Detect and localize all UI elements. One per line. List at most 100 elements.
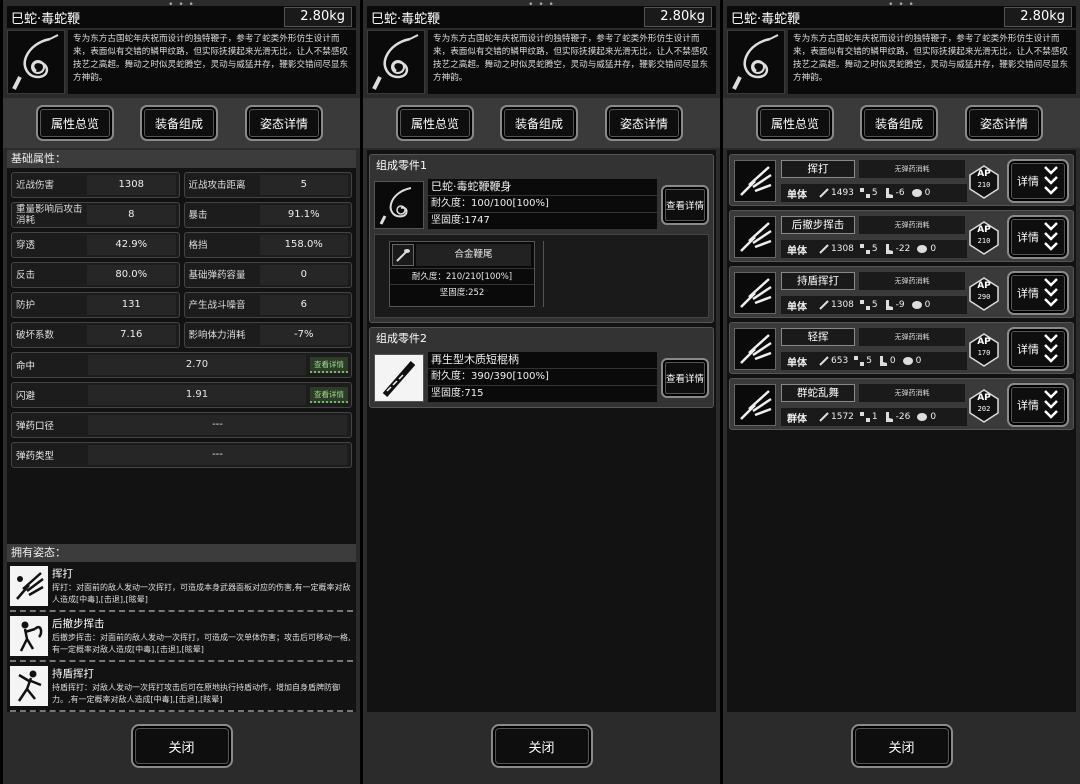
weapon-title-bar: 巳蛇·毒蛇鞭 2.80kg xyxy=(7,6,356,28)
whip-icon xyxy=(727,30,785,94)
tab-poses[interactable]: 姿态详情 xyxy=(605,105,683,141)
skill-detail-button[interactable]: 详情 xyxy=(1007,215,1069,259)
skill-card: 后撤步挥击 无弹药消耗 单体 1308 5 -22 0 AP 210 详情 xyxy=(729,210,1074,262)
tab-attributes[interactable]: 属性总览 xyxy=(396,105,474,141)
skill-ammo: 无弹药消耗 xyxy=(859,160,965,178)
weapon-title-bar: 巳蛇·毒蛇鞭 2.80kg xyxy=(367,6,716,28)
attribute-row: 破坏系数 7.16 影响体力消耗 -7% xyxy=(11,322,352,348)
skill-card: 持盾挥打 无弹药消耗 单体 1308 5 -9 0 AP 290 详情 xyxy=(729,266,1074,318)
equipment-panel: • • • 巳蛇·毒蛇鞭 2.80kg 专为东方古国蛇年庆祝而设计的独特鞭子，参… xyxy=(363,0,720,784)
skill-detail-button[interactable]: 详情 xyxy=(1007,383,1069,427)
attribute-ammo-type: 弹药类型 --- xyxy=(11,442,352,468)
skill-target: 单体 xyxy=(787,301,807,313)
attribute-penetration: 穿透 42.9% xyxy=(11,232,180,258)
attribute-value: 5 xyxy=(259,175,348,195)
ap-label: AP xyxy=(977,225,991,235)
attribute-value: 91.1% xyxy=(259,205,348,225)
pose-item[interactable]: 后撤步挥击 后撤步挥击：对面前的敌人发动一次挥打，可造成一次单体伤害；攻击后可移动… xyxy=(10,616,353,662)
equipment-content[interactable]: 组成零件1 巳蛇·毒蛇鞭鞭身 耐久度：100/100[100%] 坚固度:174… xyxy=(367,150,716,712)
skill-move: -26 xyxy=(895,412,911,422)
tab-bar: 属性总览 装备组成 姿态详情 xyxy=(3,98,360,148)
sword-icon xyxy=(819,244,829,254)
attribute-label: 穿透 xyxy=(16,239,36,251)
attribute-value: 1308 xyxy=(87,175,176,195)
tab-equipment[interactable]: 装备组成 xyxy=(860,105,938,141)
skill-move: 0 xyxy=(889,356,896,366)
close-button[interactable]: 关闭 xyxy=(130,724,233,768)
range-icon xyxy=(859,412,870,422)
pose-description: 挥打：对面前的敌人发动一次挥打，可造成本身武器面板对应的伤害,有一定概率对敌人造… xyxy=(52,583,351,604)
detail-label: 详情 xyxy=(1017,175,1039,188)
attribute-value: --- xyxy=(88,445,347,465)
skills-content[interactable]: 挥打 无弹药消耗 单体 1493 5 -6 0 AP 210 详情 后撤步挥击 … xyxy=(727,150,1076,712)
skill-ammo: 无弹药消耗 xyxy=(859,384,965,402)
skill-name: 轻挥 xyxy=(781,328,855,346)
skill-shield: 0 xyxy=(930,412,937,422)
pose-item[interactable]: 持盾挥打 持盾挥打：对敌人发动一次挥打攻击后可在原地执行持盾动作，增加自身盾牌防御… xyxy=(10,666,353,712)
poses-section: 拥有姿态： 挥打 挥打：对面前的敌人发动一次挥打，可造成本身武器面板对应的伤害,有… xyxy=(7,544,356,712)
pose-item[interactable]: 挥打 挥打：对面前的敌人发动一次挥打，可造成本身武器面板对应的伤害,有一定概率对敌… xyxy=(10,566,353,612)
boot-icon xyxy=(885,244,893,254)
shield-swing-pose-icon xyxy=(10,666,48,706)
ap-label: AP xyxy=(977,337,991,347)
ap-value: 202 xyxy=(977,405,991,413)
weapon-title-bar: 巳蛇·毒蛇鞭 2.80kg xyxy=(727,6,1076,28)
range-icon xyxy=(859,244,870,254)
attribute-label: 弹药类型 xyxy=(16,451,55,462)
pose-description: 后撤步挥击：对面前的敌人发动一次挥打，可造成一次单体伤害；攻击后可移动一格,有一… xyxy=(52,633,351,654)
skill-name: 群蛇乱舞 xyxy=(781,384,855,402)
ap-badge: AP 202 xyxy=(969,389,999,423)
skill-name: 挥打 xyxy=(781,160,855,178)
attributes-content[interactable]: 基础属性： 近战伤害 1308 近战攻击距离 5 重量影响后攻击消耗 8 暴击 91.1… xyxy=(7,150,356,712)
boot-icon xyxy=(879,356,887,366)
part-hardness: 坚固度:1747 xyxy=(428,213,657,229)
skill-detail-button[interactable]: 详情 xyxy=(1007,327,1069,371)
skill-damage: 653 xyxy=(831,356,849,366)
attribute-block: 格挡 158.0% xyxy=(183,232,352,258)
attribute-destruction: 破坏系数 7.16 xyxy=(11,322,180,348)
part-detail-button[interactable]: 查看详情 xyxy=(661,357,709,398)
close-button[interactable]: 关闭 xyxy=(850,724,953,768)
attribute-value: -7% xyxy=(259,325,348,345)
range-icon xyxy=(859,188,870,198)
turtle-icon xyxy=(917,413,928,421)
ap-label: AP xyxy=(977,169,991,179)
tab-equipment[interactable]: 装备组成 xyxy=(500,105,578,141)
skill-stats: 单体 653 5 0 0 xyxy=(781,352,967,370)
skill-target: 单体 xyxy=(787,245,807,257)
skill-icon xyxy=(734,384,776,426)
skill-damage: 1493 xyxy=(831,188,854,198)
subpart-card[interactable]: 合金鞭尾 耐久度：210/210[100%] 坚固度:252 xyxy=(389,241,535,307)
evasion-detail-button[interactable]: 查看详情 xyxy=(310,387,348,403)
attribute-melee-range: 近战攻击距离 5 xyxy=(183,172,352,198)
skill-shield: 0 xyxy=(924,188,931,198)
skill-detail-button[interactable]: 详情 xyxy=(1007,159,1069,203)
tab-attributes[interactable]: 属性总览 xyxy=(756,105,834,141)
attribute-accuracy: 命中 2.70 查看详情 xyxy=(11,352,352,378)
detail-label: 详情 xyxy=(1017,287,1039,300)
part-detail-button[interactable]: 查看详情 xyxy=(661,184,709,225)
close-button[interactable]: 关闭 xyxy=(490,724,593,768)
tab-equipment[interactable]: 装备组成 xyxy=(140,105,218,141)
range-icon xyxy=(859,300,870,310)
attribute-noise: 产生战斗噪音 6 xyxy=(183,292,352,318)
component-part-2: 组成零件2 再生型木质短棍柄 耐久度：390/390[100%] 坚固度:715… xyxy=(369,327,714,408)
skill-icon xyxy=(734,328,776,370)
accuracy-detail-button[interactable]: 查看详情 xyxy=(310,357,348,373)
skill-detail-button[interactable]: 详情 xyxy=(1007,271,1069,315)
attribute-ammo-capacity: 基础弹药容量 0 xyxy=(183,262,352,288)
skill-card: 挥打 无弹药消耗 单体 1493 5 -6 0 AP 210 详情 xyxy=(729,154,1074,206)
subpart-durability: 耐久度：210/210[100%] xyxy=(390,268,534,284)
sword-icon xyxy=(819,300,829,310)
ap-value: 210 xyxy=(977,181,991,189)
weapon-name: 巳蛇·毒蛇鞭 xyxy=(11,11,81,27)
tab-poses[interactable]: 姿态详情 xyxy=(245,105,323,141)
attribute-value: 1.91 xyxy=(88,385,306,405)
skill-move: -9 xyxy=(895,300,905,310)
tab-attributes[interactable]: 属性总览 xyxy=(36,105,114,141)
attribute-label: 影响体力消耗 xyxy=(188,329,246,341)
skill-card: 轻挥 无弹药消耗 单体 653 5 0 0 AP 170 详情 xyxy=(729,322,1074,374)
sword-icon xyxy=(819,188,829,198)
tab-poses[interactable]: 姿态详情 xyxy=(965,105,1043,141)
attribute-label: 产生战斗噪音 xyxy=(188,299,246,311)
